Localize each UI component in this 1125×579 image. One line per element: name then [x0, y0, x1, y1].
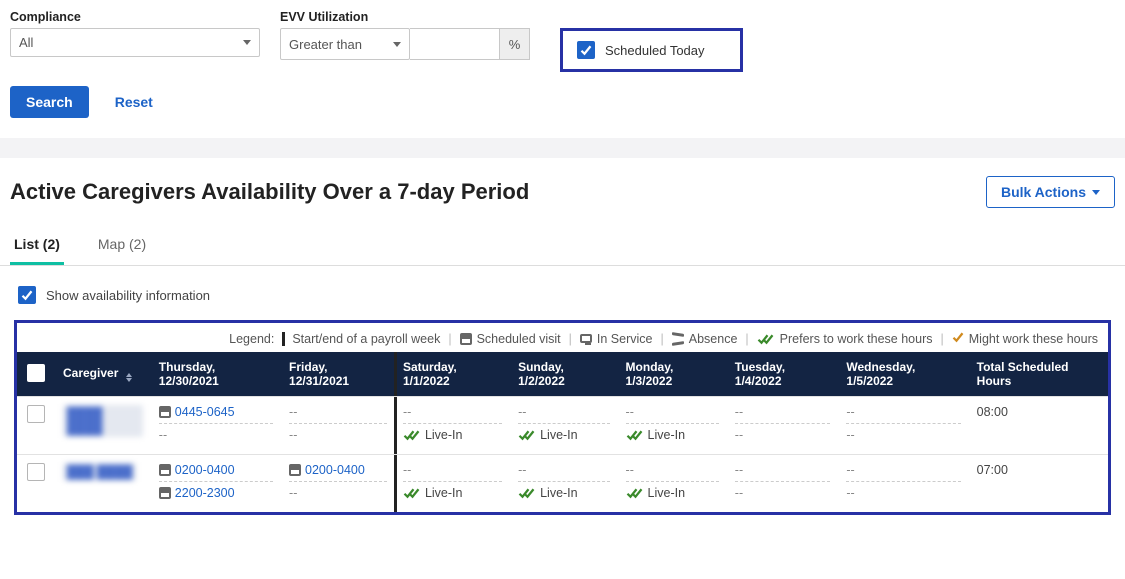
scheduled-today-checkbox[interactable] — [577, 41, 595, 59]
calendar-icon — [159, 487, 171, 499]
caregiver-name[interactable]: ████ ████ — [63, 405, 143, 437]
absence-icon — [672, 333, 684, 345]
empty-dash: -- — [735, 405, 743, 419]
col-day-1: Friday, 12/31/2021 — [281, 352, 395, 397]
scheduled-visit-link[interactable]: 0200-0400 — [175, 463, 235, 477]
col-day-4: Monday, 1/3/2022 — [618, 352, 727, 397]
sort-icon — [126, 373, 132, 382]
col-day-0: Thursday, 12/30/2021 — [151, 352, 281, 397]
calendar-icon — [460, 333, 472, 345]
payroll-bar-icon — [282, 332, 285, 346]
empty-dash: -- — [289, 486, 297, 500]
col-day-3: Sunday, 1/2/2022 — [510, 352, 617, 397]
empty-dash: -- — [846, 405, 854, 419]
availability-text: Live-In — [425, 486, 463, 500]
prefers-check-icon — [626, 429, 644, 441]
scheduled-visit-link[interactable]: 0445-0645 — [175, 405, 235, 419]
legend-absence: Absence — [689, 332, 738, 346]
calendar-icon — [159, 406, 171, 418]
empty-dash: -- — [735, 486, 743, 500]
compliance-value: All — [19, 35, 33, 50]
prefers-check-icon — [757, 333, 775, 345]
empty-dash: -- — [846, 486, 854, 500]
total-hours: 08:00 — [977, 405, 1008, 419]
availability-table: Caregiver Thursday, 12/30/2021 Friday, 1… — [17, 352, 1108, 512]
select-all-checkbox[interactable] — [27, 364, 45, 382]
compliance-select[interactable]: All — [10, 28, 260, 57]
table-row: ███ ████ 0200-0400 2200-2300 0200-0400 -- -- L… — [17, 455, 1108, 513]
tab-list[interactable]: List (2) — [10, 226, 64, 265]
row-checkbox[interactable] — [27, 405, 45, 423]
availability-text: Live-In — [648, 486, 686, 500]
scheduled-today-filter: Scheduled Today — [560, 28, 743, 72]
caregiver-name[interactable]: ███ ████ — [63, 463, 136, 481]
evv-select[interactable]: Greater than — [280, 28, 410, 60]
scheduled-visit-link[interactable]: 2200-2300 — [175, 486, 235, 500]
section-divider — [0, 138, 1125, 158]
percent-suffix: % — [500, 28, 530, 60]
show-availability-label: Show availability information — [46, 288, 210, 303]
tab-map[interactable]: Map (2) — [94, 226, 150, 265]
evv-label: EVV Utilization — [280, 10, 530, 24]
col-day-5: Tuesday, 1/4/2022 — [727, 352, 839, 397]
evv-value: Greater than — [289, 37, 362, 52]
check-icon — [580, 44, 592, 56]
col-total: Total Scheduled Hours — [969, 352, 1108, 397]
scheduled-visit-link[interactable]: 0200-0400 — [305, 463, 365, 477]
calendar-icon — [289, 464, 301, 476]
chevron-down-icon — [393, 42, 401, 47]
col-caregiver-label: Caregiver — [63, 366, 118, 380]
prefers-check-icon — [518, 487, 536, 499]
calendar-icon — [159, 464, 171, 476]
empty-dash: -- — [289, 428, 297, 442]
page-title: Active Caregivers Availability Over a 7-… — [10, 179, 529, 205]
empty-dash: -- — [403, 405, 411, 419]
col-caregiver[interactable]: Caregiver — [55, 352, 151, 397]
compliance-label: Compliance — [10, 10, 260, 24]
evv-percent-input[interactable] — [410, 28, 500, 60]
empty-dash: -- — [846, 428, 854, 442]
empty-dash: -- — [289, 405, 297, 419]
total-hours: 07:00 — [977, 463, 1008, 477]
search-button[interactable]: Search — [10, 86, 89, 118]
availability-text: Live-In — [648, 428, 686, 442]
legend-payroll: Start/end of a payroll week — [292, 332, 440, 346]
table-row: ████ ████ 0445-0645 -- -- -- -- Live-In -- Live-… — [17, 397, 1108, 455]
empty-dash: -- — [846, 463, 854, 477]
prefers-check-icon — [518, 429, 536, 441]
legend-label: Legend: — [229, 332, 274, 346]
bulk-actions-label: Bulk Actions — [1001, 184, 1086, 200]
chevron-down-icon — [1092, 190, 1100, 195]
legend-prefers: Prefers to work these hours — [780, 332, 933, 346]
empty-dash: -- — [403, 463, 411, 477]
check-icon — [21, 289, 33, 301]
availability-text: Live-In — [540, 428, 578, 442]
legend: Legend: Start/end of a payroll week | Sc… — [17, 323, 1108, 352]
availability-text: Live-In — [425, 428, 463, 442]
legend-inservice: In Service — [597, 332, 653, 346]
bulk-actions-button[interactable]: Bulk Actions — [986, 176, 1115, 208]
availability-text: Live-In — [540, 486, 578, 500]
empty-dash: -- — [626, 463, 634, 477]
legend-might: Might work these hours — [969, 332, 1098, 346]
prefers-check-icon — [403, 487, 421, 499]
prefers-check-icon — [626, 487, 644, 499]
might-check-icon — [952, 331, 964, 346]
col-day-6: Wednesday, 1/5/2022 — [838, 352, 968, 397]
show-availability-checkbox[interactable] — [18, 286, 36, 304]
inservice-icon — [580, 334, 592, 343]
row-checkbox[interactable] — [27, 463, 45, 481]
empty-dash: -- — [626, 405, 634, 419]
prefers-check-icon — [403, 429, 421, 441]
legend-scheduled: Scheduled visit — [477, 332, 561, 346]
empty-dash: -- — [159, 428, 167, 442]
empty-dash: -- — [518, 405, 526, 419]
col-day-2: Saturday, 1/1/2022 — [395, 352, 510, 397]
empty-dash: -- — [735, 428, 743, 442]
scheduled-today-label: Scheduled Today — [605, 43, 705, 58]
reset-button[interactable]: Reset — [109, 93, 159, 111]
empty-dash: -- — [735, 463, 743, 477]
chevron-down-icon — [243, 40, 251, 45]
empty-dash: -- — [518, 463, 526, 477]
